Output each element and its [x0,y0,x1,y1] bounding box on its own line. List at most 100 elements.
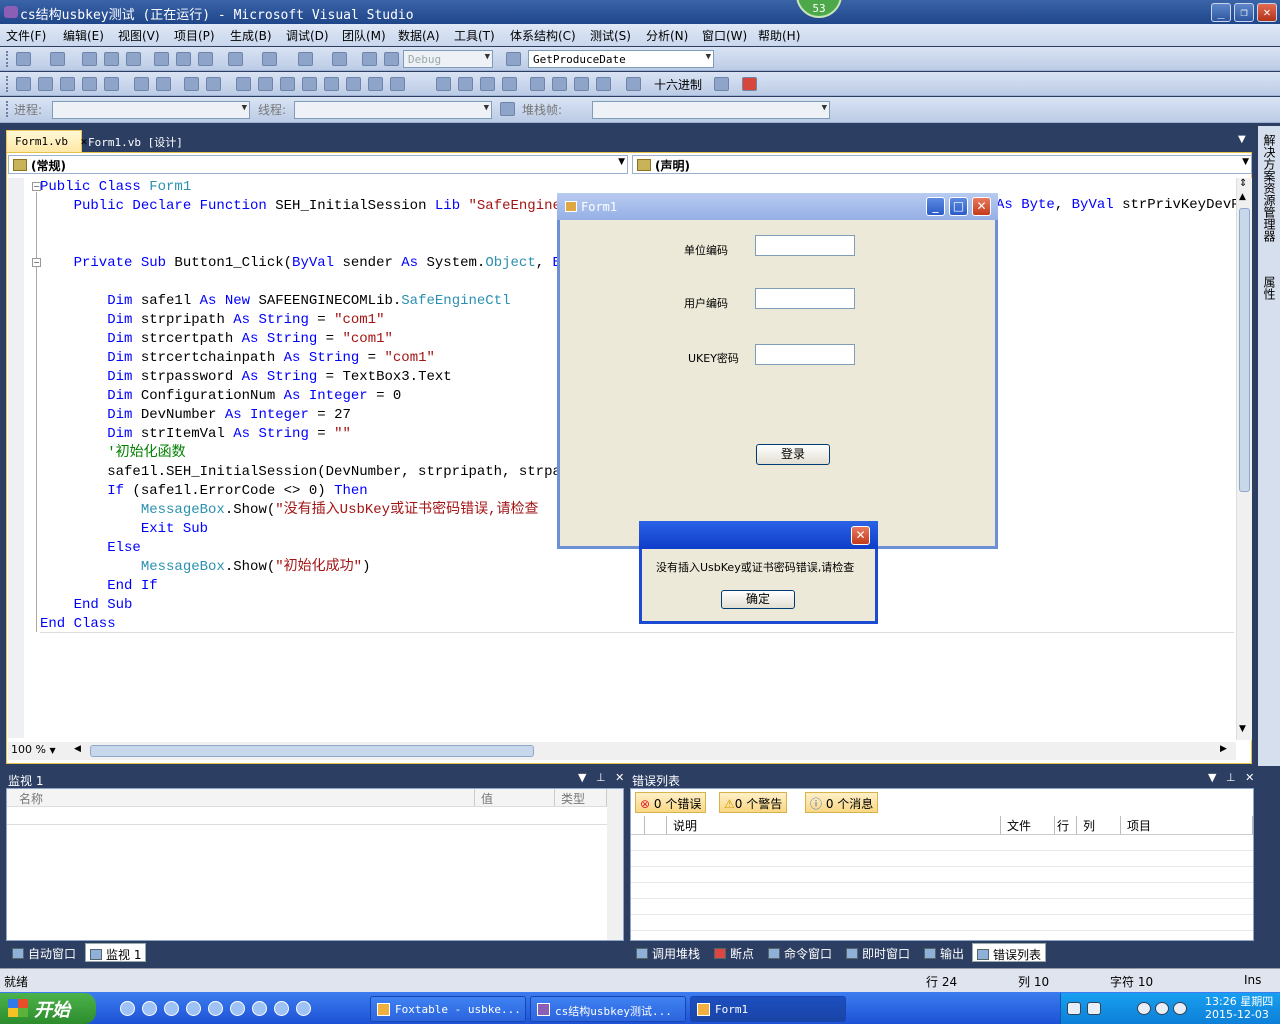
vertical-scroll-thumb[interactable] [1239,208,1250,492]
process-combo[interactable]: ▼ [52,101,250,119]
prev-bookmark-icon[interactable] [258,77,273,91]
show-next-statement-icon[interactable] [530,77,545,91]
indent-icon[interactable] [156,77,171,91]
method-name-combo[interactable]: (声明) ▼ [632,155,1252,174]
code-line[interactable]: '初始化函数 [40,444,185,463]
code-line[interactable]: Dim ConfigurationNum As Integer = 0 [40,387,401,406]
menu-build[interactable]: 生成(B) [230,27,272,44]
code-line[interactable]: If (safe1l.ErrorCode <> 0) Then [40,482,367,501]
toggle-bookmark-icon[interactable] [368,77,383,91]
stop-debug-icon[interactable] [480,77,495,91]
code-line[interactable]: Public Class Form1 [40,178,191,197]
stackframe-combo[interactable]: ▼ [592,101,830,119]
unit-code-input[interactable] [755,235,855,256]
pin-icon[interactable]: ⊥ [1226,771,1236,784]
form1-maximize-button[interactable]: □ [949,197,968,216]
dropdown-icon[interactable]: ▼ [578,771,586,784]
indicator-margin[interactable] [8,178,24,738]
app-icon-3[interactable] [208,1001,223,1016]
ie-icon[interactable] [120,1001,135,1016]
toolbar-grip[interactable] [6,101,9,117]
error-col-description[interactable]: 说明 [667,816,1001,835]
error-rows[interactable] [631,835,1253,940]
code-line[interactable]: Exit Sub [40,520,208,539]
login-button[interactable]: 登录 [756,444,830,465]
code-line[interactable]: End If [40,577,157,596]
watch-scrollbar[interactable] [607,789,623,940]
keyboard-icon[interactable] [1067,1002,1081,1015]
bookmark-window-icon[interactable] [390,77,405,91]
close-icon[interactable]: ✕ [1245,771,1254,784]
menu-architecture[interactable]: 体系结构(C) [510,27,576,44]
volume-icon[interactable] [1173,1002,1187,1015]
quick-watch-icon[interactable] [626,77,641,91]
restore-button[interactable]: ❐ [1234,3,1254,22]
toolbar-grip[interactable] [6,51,9,67]
menu-view[interactable]: 视图(V) [118,27,160,44]
menu-project[interactable]: 项目(P) [174,27,215,44]
code-line[interactable]: Dim strcertchainpath As String = "com1" [40,349,435,368]
form1-close-button[interactable]: ✕ [972,197,991,216]
code-line[interactable]: Else [40,539,141,558]
attach-icon[interactable] [384,52,399,66]
app-icon-1[interactable] [164,1001,179,1016]
ukey-password-input[interactable] [755,344,855,365]
find-in-files-icon[interactable] [506,52,521,66]
tab-immediate-window[interactable]: 即时窗口 [842,943,914,962]
menu-analyze[interactable]: 分析(N) [646,27,688,44]
outdent-icon[interactable] [134,77,149,91]
menu-edit[interactable]: 编辑(E) [63,27,104,44]
task-visual-studio[interactable]: cs结构usbkey测试... [530,996,686,1022]
undo-icon[interactable] [228,52,243,66]
tab-dropdown-icon[interactable]: ▼ [1238,134,1246,145]
step-into-icon[interactable] [552,77,567,91]
save-icon[interactable] [104,52,119,66]
code-line[interactable]: Dim strpassword As String = TextBox3.Tex… [40,368,452,387]
watch-col-name[interactable]: 名称 [7,789,475,807]
tab-command-window[interactable]: 命令窗口 [764,943,836,962]
properties-icon[interactable] [104,77,119,91]
code-line[interactable]: Dim strcertpath As String = "com1" [40,330,393,349]
thread-combo[interactable]: ▼ [294,101,492,119]
navigate-backward-icon[interactable] [298,52,313,66]
code-line[interactable]: Dim strItemVal As String = "" [40,425,351,444]
watch-col-type[interactable]: 类型 [555,789,607,807]
pin-icon[interactable]: ⊥ [596,771,606,784]
step-over-icon[interactable] [574,77,589,91]
code-line[interactable]: Dim strpripath As String = "com1" [40,311,384,330]
menu-tools[interactable]: 工具(T) [454,27,495,44]
code-line[interactable]: safe1l.SEH_InitialSession(DevNumber, str… [40,463,577,482]
clear-bookmarks-icon[interactable] [346,77,361,91]
browser-icon[interactable] [142,1001,157,1016]
break-all-icon[interactable] [458,77,473,91]
code-line[interactable]: End Sub [40,596,133,615]
app-icon-2[interactable] [186,1001,201,1016]
layout-icon[interactable] [16,77,31,91]
tab-breakpoints[interactable]: 断点 [710,943,758,962]
properties-tab[interactable]: 属性 [1261,276,1278,300]
error-col-project[interactable]: 项目 [1121,816,1253,835]
tab-output[interactable]: 输出 [920,943,968,962]
messages-filter-button[interactable]: ⓘ 0 个消息 [805,792,879,813]
error-col-column[interactable]: 列 [1077,816,1121,835]
menu-window[interactable]: 窗口(W) [702,27,747,44]
editor-vertical-scrollbar[interactable]: ⇕ ▲ ▼ [1236,178,1252,740]
app-icon-6[interactable] [274,1001,289,1016]
antivirus-icon[interactable] [1155,1002,1169,1015]
start-button[interactable]: 开始 [0,993,96,1024]
error-col-line[interactable]: 行 [1055,816,1077,835]
tab-call-stack[interactable]: 调用堆栈 [632,943,704,962]
add-item-icon[interactable] [50,52,65,66]
watch-col-value[interactable]: 值 [475,789,555,807]
error-col-file[interactable]: 文件 [1001,816,1055,835]
horizontal-scroll-thumb[interactable] [90,745,534,757]
message-box-titlebar[interactable]: ✕ [639,521,878,549]
code-line[interactable]: Dim DevNumber As Integer = 27 [40,406,351,425]
form1-titlebar[interactable]: Form1 _ □ ✕ [557,193,998,220]
app-icon-7[interactable] [296,1001,311,1016]
next-bookmark-icon[interactable] [280,77,295,91]
minimize-button[interactable]: _ [1211,3,1231,22]
split-icon[interactable]: ⇕ [1239,178,1247,189]
navigate-forward-icon[interactable] [332,52,347,66]
menu-test[interactable]: 测试(S) [590,27,631,44]
